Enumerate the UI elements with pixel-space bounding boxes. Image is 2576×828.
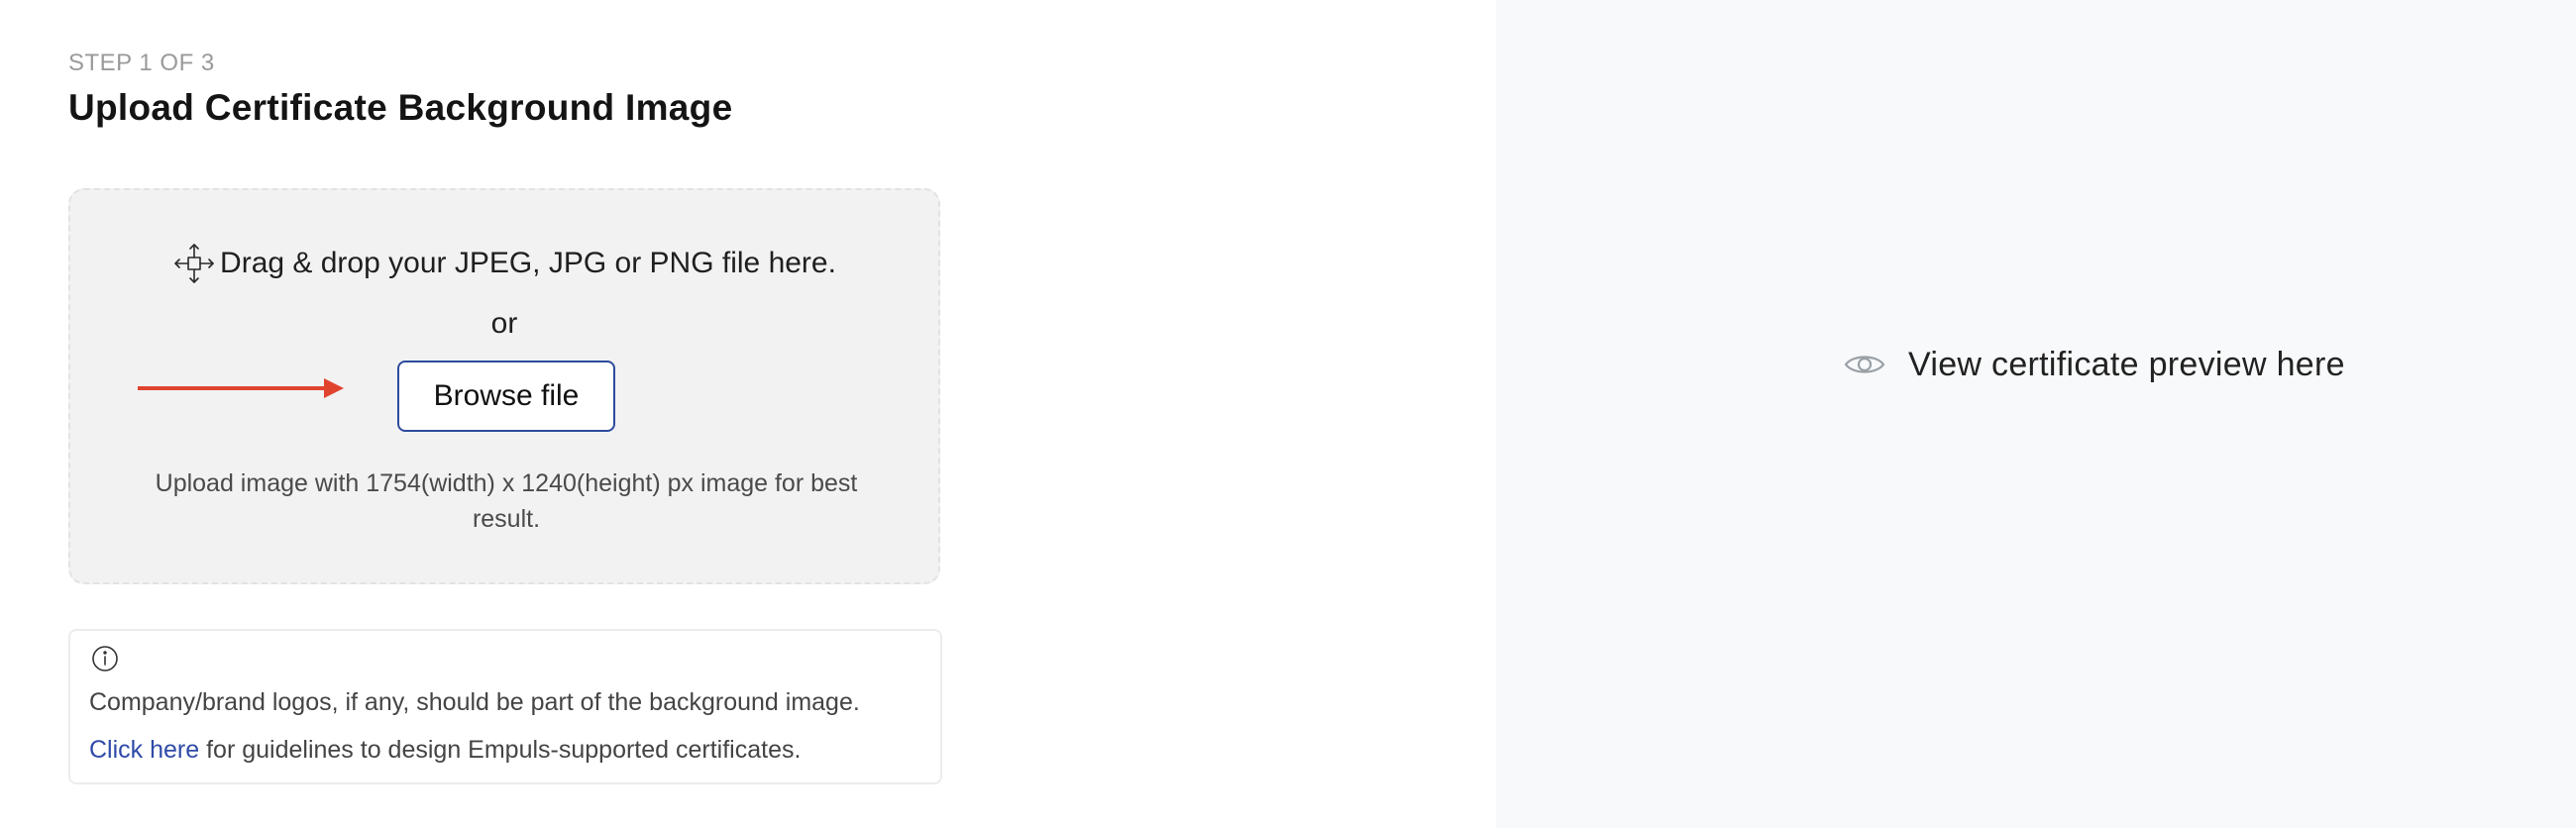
- upload-panel: STEP 1 OF 3 Upload Certificate Backgroun…: [0, 0, 1496, 828]
- preview-placeholder: View certificate preview here: [1843, 343, 2345, 386]
- logo-guidelines-info-box: Company/brand logos, if any, should be p…: [68, 629, 942, 784]
- guidelines-info-rest: for guidelines to design Empuls-supporte…: [199, 736, 802, 764]
- eye-icon: [1843, 343, 1886, 386]
- logo-info-text: Company/brand logos, if any, should be p…: [89, 688, 860, 716]
- move-icon: [172, 242, 216, 285]
- dropzone-instruction-text: Drag & drop your JPEG, JPG or PNG file h…: [220, 247, 836, 279]
- page-title: Upload Certificate Background Image: [68, 87, 733, 128]
- guidelines-info-text: Click here for guidelines to design Empu…: [89, 736, 801, 765]
- dropzone-size-hint: Upload image with 1754(width) x 1240(hei…: [155, 469, 858, 533]
- certificate-preview-panel: View certificate preview here: [1496, 0, 2576, 828]
- file-dropzone[interactable]: Drag & drop your JPEG, JPG or PNG file h…: [68, 188, 940, 584]
- dropzone-instruction: Drag & drop your JPEG, JPG or PNG file h…: [70, 242, 938, 285]
- info-icon: [89, 643, 121, 674]
- upload-certificate-page: STEP 1 OF 3 Upload Certificate Backgroun…: [0, 0, 2576, 828]
- dropzone-or-label: or: [490, 307, 518, 340]
- guidelines-link[interactable]: Click here: [89, 736, 199, 764]
- red-arrow-annotation: [138, 374, 346, 402]
- step-indicator: STEP 1 OF 3: [68, 50, 215, 76]
- browse-file-button[interactable]: Browse file: [397, 361, 615, 432]
- preview-placeholder-text: View certificate preview here: [1908, 345, 2345, 383]
